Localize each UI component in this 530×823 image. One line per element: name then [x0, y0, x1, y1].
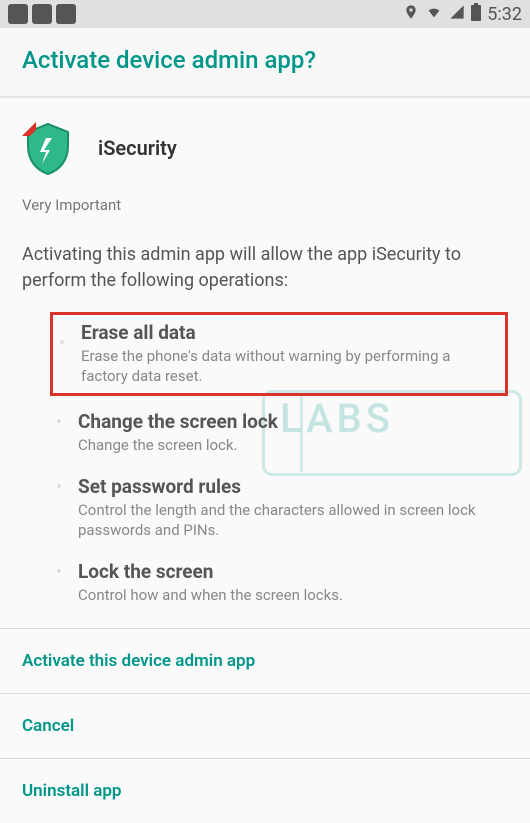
operation-title: Lock the screen — [78, 560, 502, 583]
operation-set-password-rules: Set password rules Control the length an… — [50, 465, 508, 551]
dialog-description: Activating this admin app will allow the… — [0, 234, 530, 312]
app-icon — [20, 120, 76, 176]
status-time: 5:32 — [487, 4, 522, 25]
activate-button[interactable]: Activate this device admin app — [0, 628, 530, 693]
operation-description: Erase the phone's data without warning b… — [81, 346, 499, 387]
notification-icon — [8, 4, 28, 24]
importance-label: Very Important — [0, 190, 530, 234]
wifi-icon — [425, 4, 443, 25]
uninstall-button[interactable]: Uninstall app — [0, 758, 530, 823]
cancel-button[interactable]: Cancel — [0, 693, 530, 758]
operation-title: Set password rules — [78, 475, 502, 498]
operation-erase-all-data: Erase all data Erase the phone's data wi… — [50, 312, 508, 396]
status-left-icons — [8, 4, 76, 24]
page-title: Activate device admin app? — [22, 46, 510, 74]
operation-title: Erase all data — [81, 321, 499, 344]
status-bar: 5:32 — [0, 0, 530, 28]
operation-lock-screen: Lock the screen Control how and when the… — [50, 550, 508, 615]
status-right: 5:32 — [403, 3, 522, 26]
app-header-row: iSecurity — [0, 98, 530, 190]
operation-title: Change the screen lock — [78, 410, 502, 433]
operation-description: Control how and when the screen locks. — [78, 585, 502, 605]
signal-icon — [449, 4, 465, 25]
battery-icon — [471, 3, 481, 26]
notification-icon — [56, 4, 76, 24]
operations-list: Erase all data Erase the phone's data wi… — [0, 312, 530, 628]
location-icon — [403, 4, 419, 25]
app-name: iSecurity — [98, 136, 177, 160]
operation-change-screen-lock: Change the screen lock Change the screen… — [50, 400, 508, 465]
operation-description: Control the length and the characters al… — [78, 500, 502, 541]
dialog-header: Activate device admin app? — [0, 28, 530, 98]
notification-icon — [32, 4, 52, 24]
operation-description: Change the screen lock. — [78, 435, 502, 455]
